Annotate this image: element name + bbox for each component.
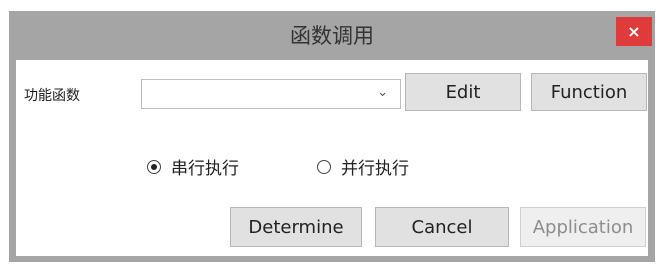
edit-button[interactable]: Edit bbox=[405, 73, 521, 111]
radio-parallel-indicator[interactable] bbox=[317, 159, 331, 174]
application-button[interactable]: Application bbox=[520, 207, 646, 247]
radio-parallel-label: 并行执行 bbox=[341, 159, 409, 179]
close-icon: × bbox=[627, 22, 641, 41]
title-bar[interactable]: 函数调用 × bbox=[9, 11, 655, 59]
chevron-down-icon: ⌄ bbox=[377, 85, 388, 100]
dialog-body: 功能函数 ⌄ Edit Function 串行执行 并行执行 Determine… bbox=[16, 60, 648, 256]
radio-serial-label: 串行执行 bbox=[171, 159, 239, 179]
function-button[interactable]: Function bbox=[531, 73, 647, 111]
cancel-button[interactable]: Cancel bbox=[375, 207, 509, 247]
function-label: 功能函数 bbox=[24, 88, 80, 104]
function-call-dialog: 函数调用 × 功能函数 ⌄ Edit Function 串行执行 并行执行 De… bbox=[9, 11, 655, 262]
function-select[interactable]: ⌄ bbox=[141, 79, 401, 109]
determine-button[interactable]: Determine bbox=[230, 207, 362, 247]
radio-parallel[interactable]: 并行执行 bbox=[317, 154, 409, 179]
radio-serial-indicator[interactable] bbox=[147, 159, 161, 174]
dialog-title: 函数调用 bbox=[290, 24, 374, 48]
radio-serial[interactable]: 串行执行 bbox=[147, 154, 239, 179]
close-button[interactable]: × bbox=[616, 17, 652, 46]
